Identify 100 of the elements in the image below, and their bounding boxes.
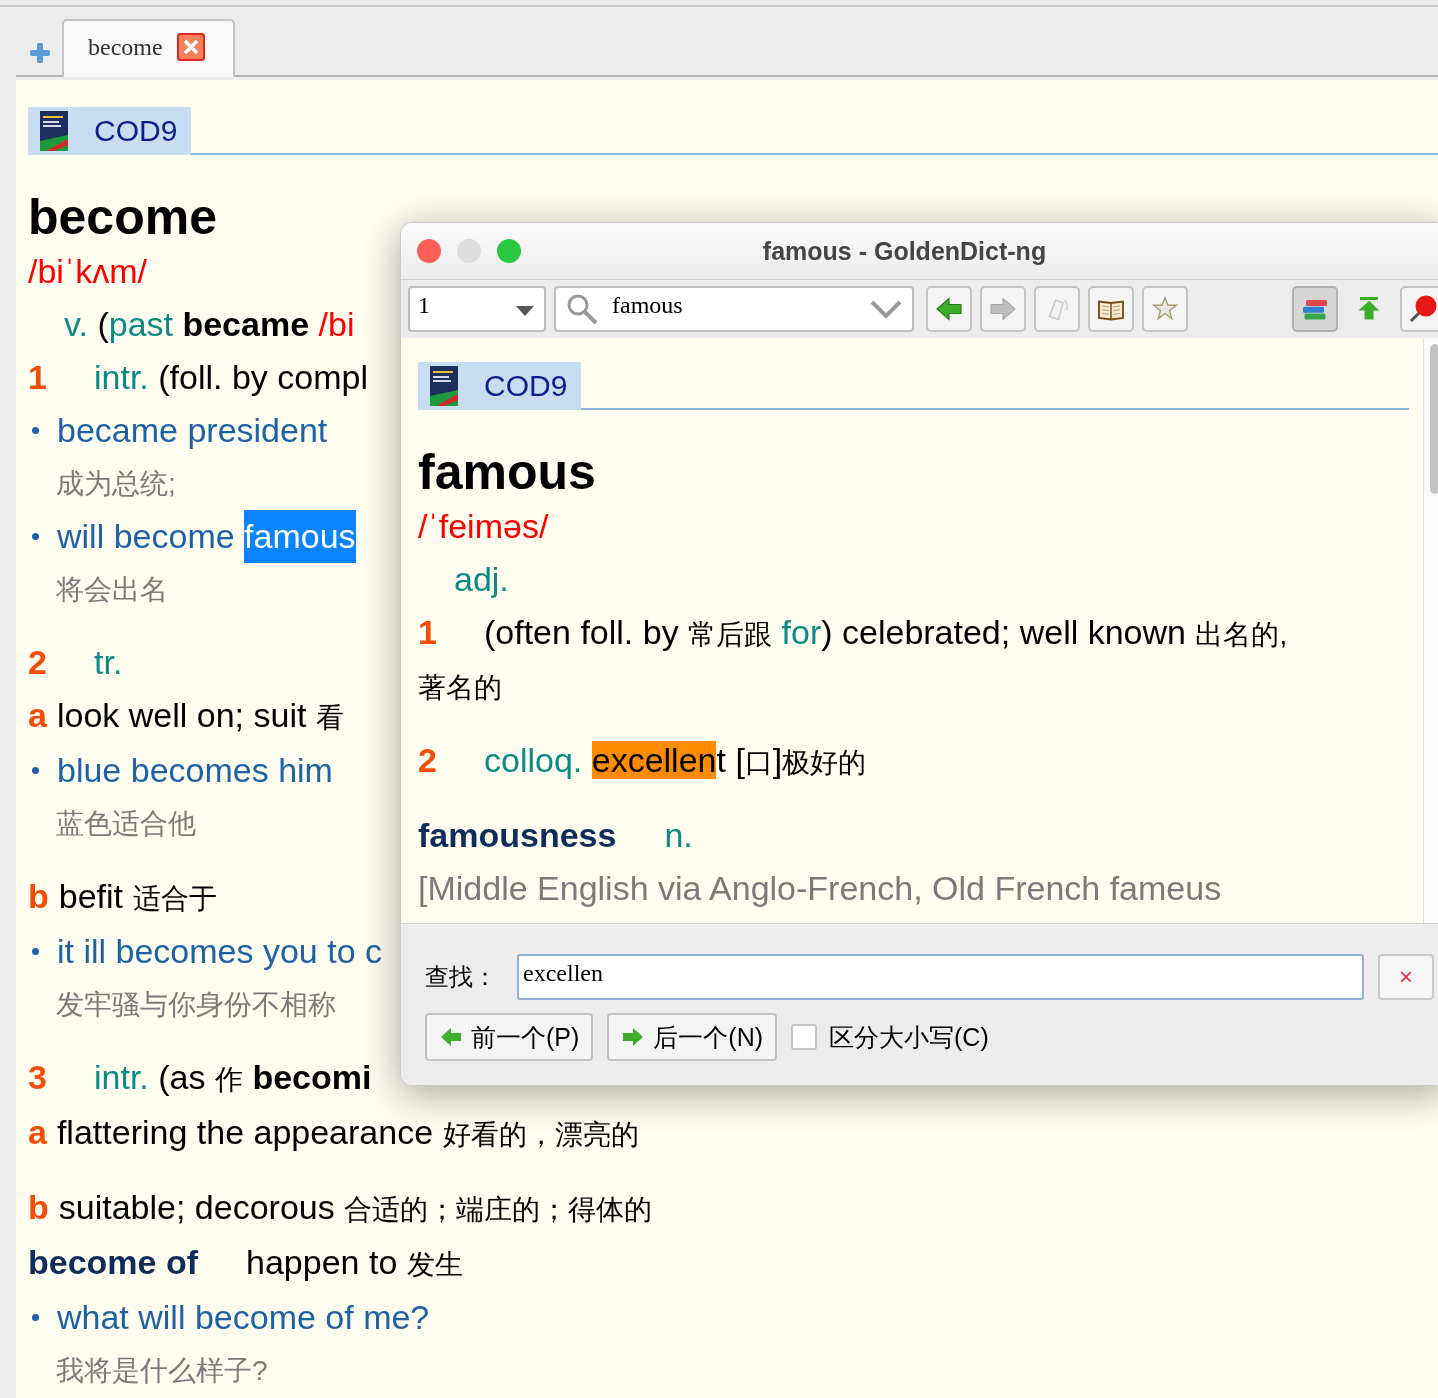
subsense-letter: b — [28, 1187, 49, 1228]
search-icon — [566, 293, 598, 325]
part-of-speech-label: tr. — [94, 642, 123, 683]
part-of-speech-label: n. — [664, 815, 693, 856]
chinese-gloss: 适合于 — [132, 882, 217, 916]
search-match[interactable]: excellen — [591, 741, 717, 779]
etymology-text: [Middle English via Anglo-French, Old French fameus — [418, 868, 1222, 909]
subsense-letter: b — [28, 876, 49, 917]
bullet-icon — [32, 533, 39, 540]
plus-icon[interactable] — [30, 43, 50, 63]
definition-text: ] — [772, 741, 783, 779]
scrollbar-thumb[interactable] — [1430, 344, 1438, 494]
phonetic-text: /ˈfeiməs/ — [418, 506, 549, 547]
group-dropdown[interactable]: 1 — [408, 286, 546, 332]
definition-text: befit — [58, 876, 125, 917]
example-text: it ill becomes you to c — [57, 931, 383, 972]
inflection-text: becomi — [251, 1057, 372, 1098]
chevron-down-icon[interactable] — [870, 299, 902, 319]
dictionaries-button[interactable] — [1292, 286, 1338, 332]
back-button[interactable] — [926, 286, 972, 332]
definition-text: (as — [157, 1057, 207, 1098]
phonetic-text: /bi — [317, 304, 355, 345]
clear-button[interactable]: × — [1378, 954, 1434, 1000]
dictionary-header[interactable]: COD9 — [28, 107, 192, 155]
chinese-gloss: 合适的；端庄的；得体的 — [344, 1193, 653, 1227]
search-input[interactable]: famous — [612, 292, 856, 319]
tab[interactable]: become — [62, 19, 235, 77]
sense-number: 1 — [418, 612, 438, 653]
book-cover-icon — [40, 111, 68, 151]
close-window-button[interactable] — [417, 239, 441, 263]
chinese-gloss: 好看的，漂亮的 — [442, 1118, 639, 1152]
part-of-speech-label: v. — [64, 304, 88, 345]
search-box[interactable]: famous — [554, 286, 914, 332]
phonetic-text: /biˈkʌm/ — [28, 251, 147, 292]
translation-text: 我将是什么样子? — [56, 1354, 268, 1388]
find-label: 查找： — [425, 962, 498, 992]
sense-number: 1 — [28, 357, 48, 398]
headword: famous — [418, 444, 596, 500]
part-of-speech-label: colloq. — [484, 741, 584, 779]
definition-text: t [ — [716, 741, 745, 779]
part-of-speech-label: adj. — [454, 559, 509, 600]
dictionary-header[interactable]: COD9 — [418, 362, 582, 410]
minimize-window-button[interactable] — [457, 239, 481, 263]
checkbox[interactable] — [791, 1024, 818, 1050]
close-icon[interactable] — [176, 33, 205, 61]
chinese-gloss: 极好的 — [782, 747, 867, 778]
previous-button[interactable]: 前一个(P) — [425, 1013, 594, 1061]
definition-text: (foll. by compl — [157, 357, 368, 398]
find-field[interactable]: excellen — [517, 954, 1364, 1000]
back-arrow-icon — [934, 294, 964, 324]
example-text: became president — [57, 410, 328, 451]
pin-button[interactable] — [1400, 286, 1438, 332]
bullet-icon — [32, 427, 39, 434]
example-text: what will become of me? — [57, 1297, 430, 1338]
translation-text: 成为总统; — [56, 467, 176, 501]
example-text: blue becomes him — [57, 750, 333, 791]
definition-text: flattering the appearance — [56, 1112, 435, 1153]
sense-number: 3 — [28, 1057, 48, 1098]
inflection-text: became — [181, 304, 310, 345]
chinese-gloss: 口 — [744, 747, 773, 778]
favorite-button[interactable] — [1142, 286, 1188, 332]
translation-text: 发牢骚与你身份不相称 — [56, 988, 336, 1022]
bullet-icon — [32, 1314, 39, 1321]
pin-icon — [1408, 294, 1438, 324]
zoom-window-button[interactable] — [497, 239, 521, 263]
phrase-headword: famousness — [418, 815, 617, 856]
caret-icon — [516, 306, 534, 316]
part-of-speech-label: for — [780, 613, 822, 651]
subsense-letter: a — [28, 1112, 47, 1153]
chinese-gloss: 作 — [214, 1063, 243, 1097]
selected-text[interactable]: famous — [244, 510, 356, 563]
translation-text: 将会出名 — [56, 573, 168, 607]
chinese-gloss: 出名的, — [1195, 619, 1288, 650]
definition-text: ( — [96, 304, 109, 345]
definition-text: (often foll. by — [484, 613, 680, 651]
part-of-speech-label: past — [108, 304, 173, 345]
forward-arrow-icon — [988, 294, 1018, 324]
checkbox-label: 区分大小写(C) — [829, 1021, 989, 1053]
example-text: will become — [57, 516, 236, 557]
back-arrow-icon — [439, 1025, 463, 1049]
window-title: famous - GoldenDict-ng — [762, 236, 1047, 265]
sense-number: 2 — [28, 642, 48, 683]
definition-text: ) celebrated; well known — [821, 613, 1187, 651]
part-of-speech-label: intr. — [94, 357, 149, 398]
bullet-icon — [32, 948, 39, 955]
phrase-headword: become of — [28, 1242, 199, 1283]
subsense-letter: a — [28, 695, 47, 736]
bullet-icon — [32, 767, 39, 774]
chinese-gloss: 常后跟 — [688, 619, 773, 650]
sense-number: 2 — [418, 740, 438, 781]
definition-text: suitable; decorous — [58, 1187, 336, 1228]
chinese-gloss: 发生 — [406, 1248, 463, 1282]
next-button[interactable]: 后一个(N) — [607, 1013, 778, 1061]
dictionary-button[interactable] — [1088, 286, 1134, 332]
definition-text: happen to — [246, 1242, 399, 1283]
part-of-speech-label: intr. — [94, 1057, 149, 1098]
chinese-gloss: 著名的 — [418, 671, 502, 705]
translation-text: 蓝色适合他 — [56, 807, 196, 841]
chinese-gloss: 看 — [315, 701, 344, 735]
book-cover-icon — [430, 366, 458, 406]
